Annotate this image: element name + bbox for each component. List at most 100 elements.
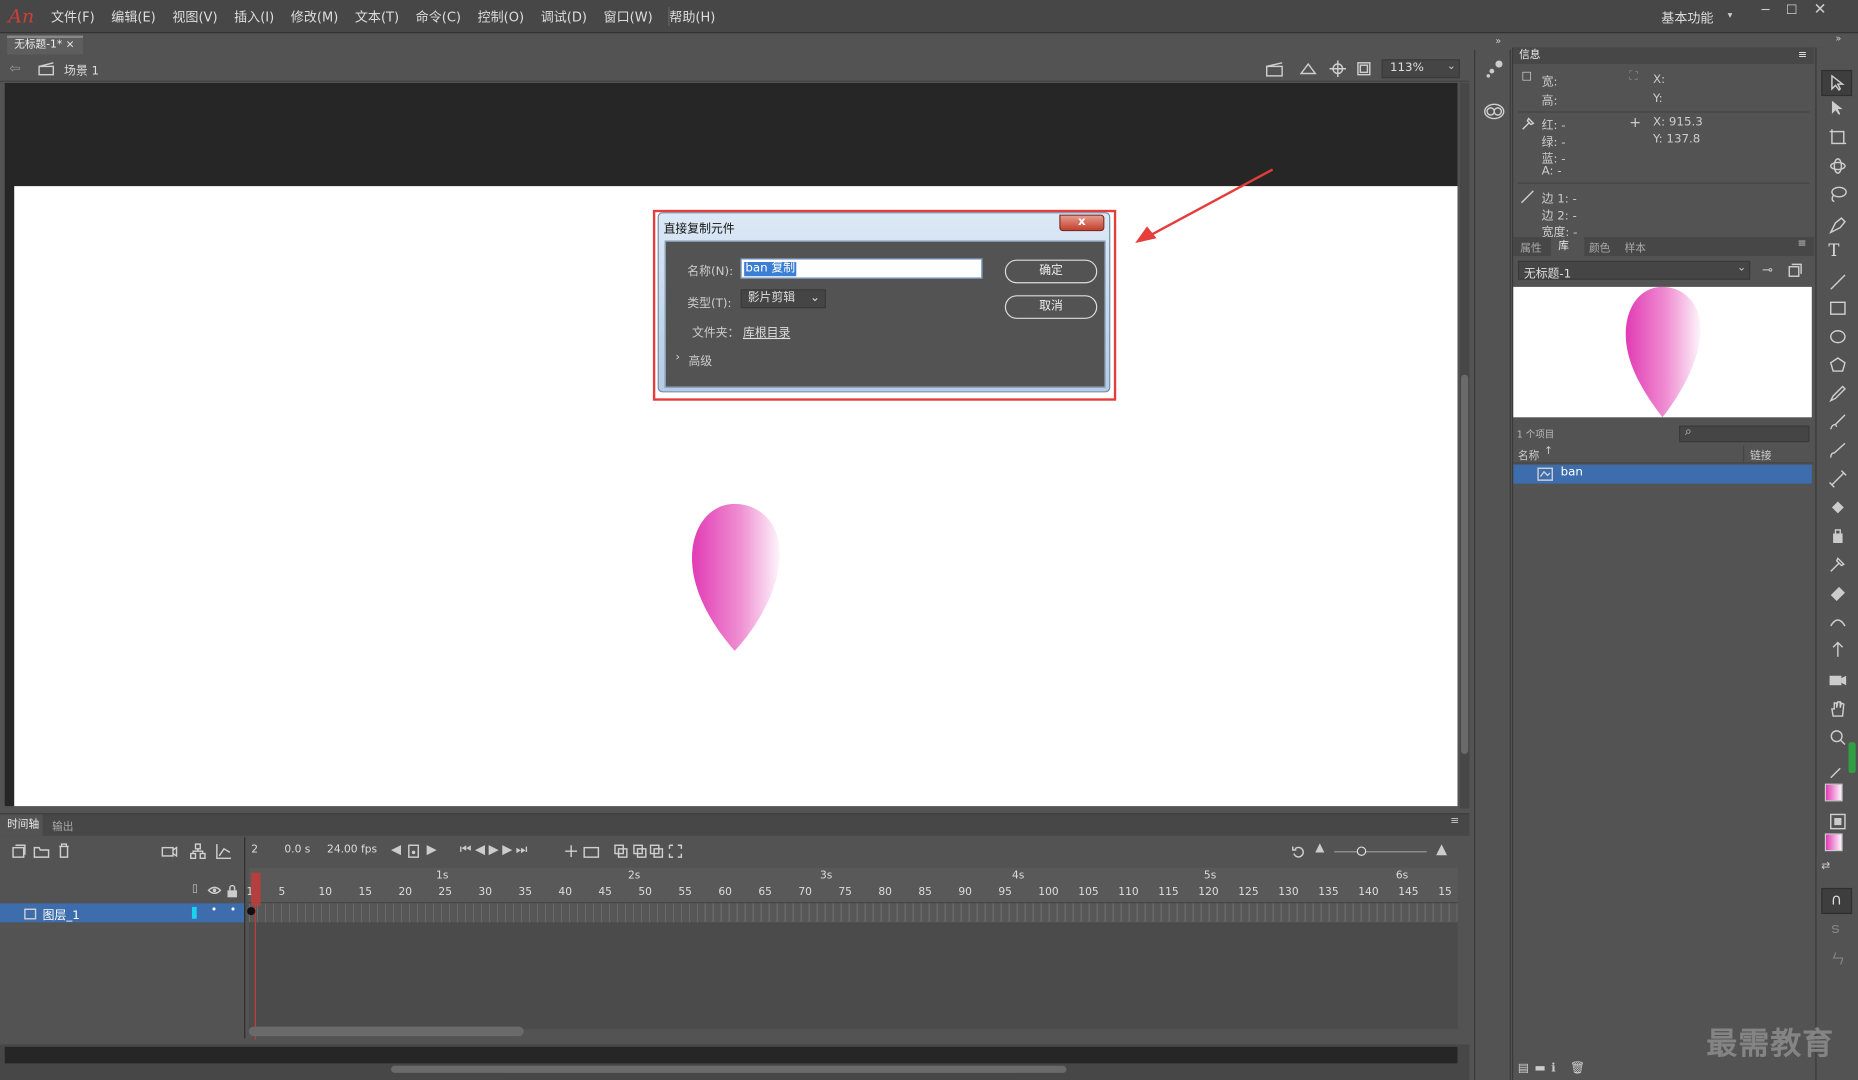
tab-swatches[interactable]: 样本 (1625, 239, 1646, 255)
cancel-button[interactable]: 取消 (1004, 295, 1098, 319)
advanced-toggle[interactable]: 高级 (688, 351, 712, 369)
menu-file[interactable]: 文件(F) (43, 7, 103, 26)
back-arrow-icon[interactable]: ⇦ (9, 60, 20, 75)
eyedropper-tool-icon[interactable] (1828, 555, 1847, 574)
paint-bucket-tool-icon[interactable] (1828, 498, 1847, 517)
zoom-select[interactable]: 113% ⌄ (1381, 59, 1460, 79)
brush-tool-icon[interactable] (1828, 441, 1847, 460)
oval-tool-icon[interactable] (1828, 327, 1847, 346)
snap-to-objects-button[interactable]: ∩ (1821, 887, 1853, 915)
new-folder-icon[interactable] (33, 844, 50, 858)
selection-tool[interactable] (1821, 69, 1853, 97)
fill-color-icon[interactable] (1828, 812, 1847, 831)
maximize-icon[interactable]: ☐ (1777, 1, 1805, 20)
tab-output[interactable]: 输出 (52, 818, 73, 834)
frame-cells[interactable] (248, 903, 1458, 923)
timeline-scrollbar[interactable] (248, 1026, 524, 1037)
name-input[interactable]: ban 复制 (740, 258, 983, 279)
ok-button[interactable]: 确定 (1004, 259, 1098, 284)
camera-icon[interactable] (161, 844, 178, 858)
zoom-out-icon[interactable]: ▲ (1315, 842, 1324, 855)
frame-rate[interactable]: 24.00 fps (327, 844, 377, 856)
next-keyframe-icon[interactable]: ▶ (427, 842, 437, 857)
lasso-tool-icon[interactable] (1828, 185, 1847, 204)
slider-handle[interactable] (1356, 846, 1367, 856)
edit-multiple-frames-icon[interactable] (649, 844, 664, 858)
cc-libraries-icon[interactable] (1482, 102, 1506, 121)
playback-controls[interactable]: ⏮◀▶▶⏭ (460, 842, 531, 859)
close-icon[interactable]: ✕ (1806, 1, 1834, 20)
playhead[interactable] (251, 872, 261, 906)
library-doc-select[interactable]: 无标题-1 ⌄ (1517, 260, 1751, 281)
keyframe-dot[interactable]: ● (246, 906, 255, 918)
polystar-tool-icon[interactable] (1828, 356, 1847, 375)
menu-control[interactable]: 控制(O) (469, 7, 532, 26)
3d-rotation-tool-icon[interactable] (1828, 156, 1847, 175)
zoom-in-icon[interactable]: ▲ (1436, 841, 1447, 858)
stage-vertical-scrollbar[interactable] (1459, 82, 1470, 809)
chevron-right-icon[interactable]: › (675, 351, 680, 364)
new-symbol-icon[interactable]: ▤ (1518, 1062, 1529, 1075)
onion-outline-icon[interactable] (633, 844, 647, 858)
undo-icon[interactable] (1292, 844, 1306, 858)
subselection-tool-icon[interactable] (1828, 100, 1847, 119)
stroke-color-swatch[interactable] (1824, 783, 1843, 802)
stroke-color-icon[interactable] (1828, 761, 1847, 780)
close-tab-icon[interactable]: × (66, 39, 75, 51)
bone-tool-icon[interactable] (1828, 469, 1847, 488)
current-frame[interactable]: 2 (251, 844, 258, 856)
new-library-panel-icon[interactable] (1788, 263, 1802, 277)
motion-presets-icon[interactable] (1485, 59, 1504, 78)
eye-icon[interactable] (207, 884, 222, 896)
rectangle-tool-icon[interactable] (1828, 299, 1847, 318)
panel-menu-icon[interactable]: ≡ (1798, 47, 1814, 64)
layer-name[interactable]: 图层_1 (43, 905, 80, 922)
outline-icon[interactable]: ▯ (192, 883, 198, 895)
line-tool-icon[interactable] (1828, 273, 1847, 292)
horizontal-scrollbar[interactable] (391, 1065, 1067, 1073)
tab-timeline[interactable]: 时间轴 (0, 814, 43, 836)
pin-icon[interactable]: ⊸ (1762, 262, 1773, 277)
center-stage-icon[interactable] (1329, 60, 1347, 78)
prev-keyframe-icon[interactable]: ◀ (391, 842, 401, 857)
menu-insert[interactable]: 插入(I) (226, 7, 283, 26)
menu-debug[interactable]: 调试(D) (532, 7, 595, 26)
pen-tool-icon[interactable] (1828, 216, 1847, 235)
free-transform-tool-icon[interactable] (1828, 128, 1847, 147)
zoom-tool-icon[interactable] (1828, 728, 1847, 747)
smooth-icon[interactable]: ട (1831, 920, 1839, 938)
tab-properties[interactable]: 属性 (1520, 239, 1541, 255)
tab-library[interactable]: 库 (1551, 237, 1585, 257)
dialog-close-button[interactable]: x (1059, 214, 1105, 232)
library-item[interactable]: ban (1513, 464, 1812, 484)
fill-color-swatch[interactable] (1824, 833, 1843, 852)
menu-window[interactable]: 窗口(W) (595, 7, 661, 26)
lock-dot[interactable]: • (230, 905, 236, 917)
loop-icon[interactable] (564, 844, 578, 858)
chevron-down-icon[interactable]: ▾ (1728, 9, 1733, 20)
ink-bottle-tool-icon[interactable] (1828, 526, 1847, 545)
tab-color[interactable]: 颜色 (1589, 239, 1610, 255)
eraser-tool-icon[interactable] (1828, 583, 1847, 602)
asset-warp-tool-icon[interactable] (1828, 640, 1847, 659)
straighten-icon[interactable]: ㄣ (1831, 948, 1845, 968)
petal-symbol[interactable] (690, 501, 785, 655)
panel-menu-icon[interactable]: ≡ (1798, 238, 1807, 250)
properties-icon[interactable]: ℹ (1551, 1062, 1556, 1075)
edit-symbol-icon[interactable] (1299, 60, 1318, 77)
collapse-icon[interactable]: » (1495, 36, 1501, 47)
panel-menu-icon[interactable]: ≡ (1450, 816, 1459, 828)
type-select[interactable]: 影片剪辑 ⌄ (740, 289, 826, 309)
menu-help[interactable]: 帮助(H) (661, 7, 724, 26)
visibility-dot[interactable]: • (211, 905, 217, 917)
menu-modify[interactable]: 修改(M) (282, 7, 346, 26)
pencil-tool-icon[interactable] (1828, 384, 1847, 403)
new-folder-icon[interactable]: ▬ (1535, 1062, 1546, 1075)
modify-markers-icon[interactable] (668, 844, 683, 858)
paint-brush-tool-icon[interactable] (1828, 413, 1847, 432)
workspace-switcher[interactable]: 基本功能 (1661, 8, 1713, 27)
column-link[interactable]: 链接 (1750, 447, 1771, 462)
swap-colors-icon[interactable]: ⇄ (1821, 861, 1830, 873)
collapse-icon[interactable]: » (1835, 33, 1841, 44)
edit-scene-icon[interactable] (1266, 60, 1285, 77)
